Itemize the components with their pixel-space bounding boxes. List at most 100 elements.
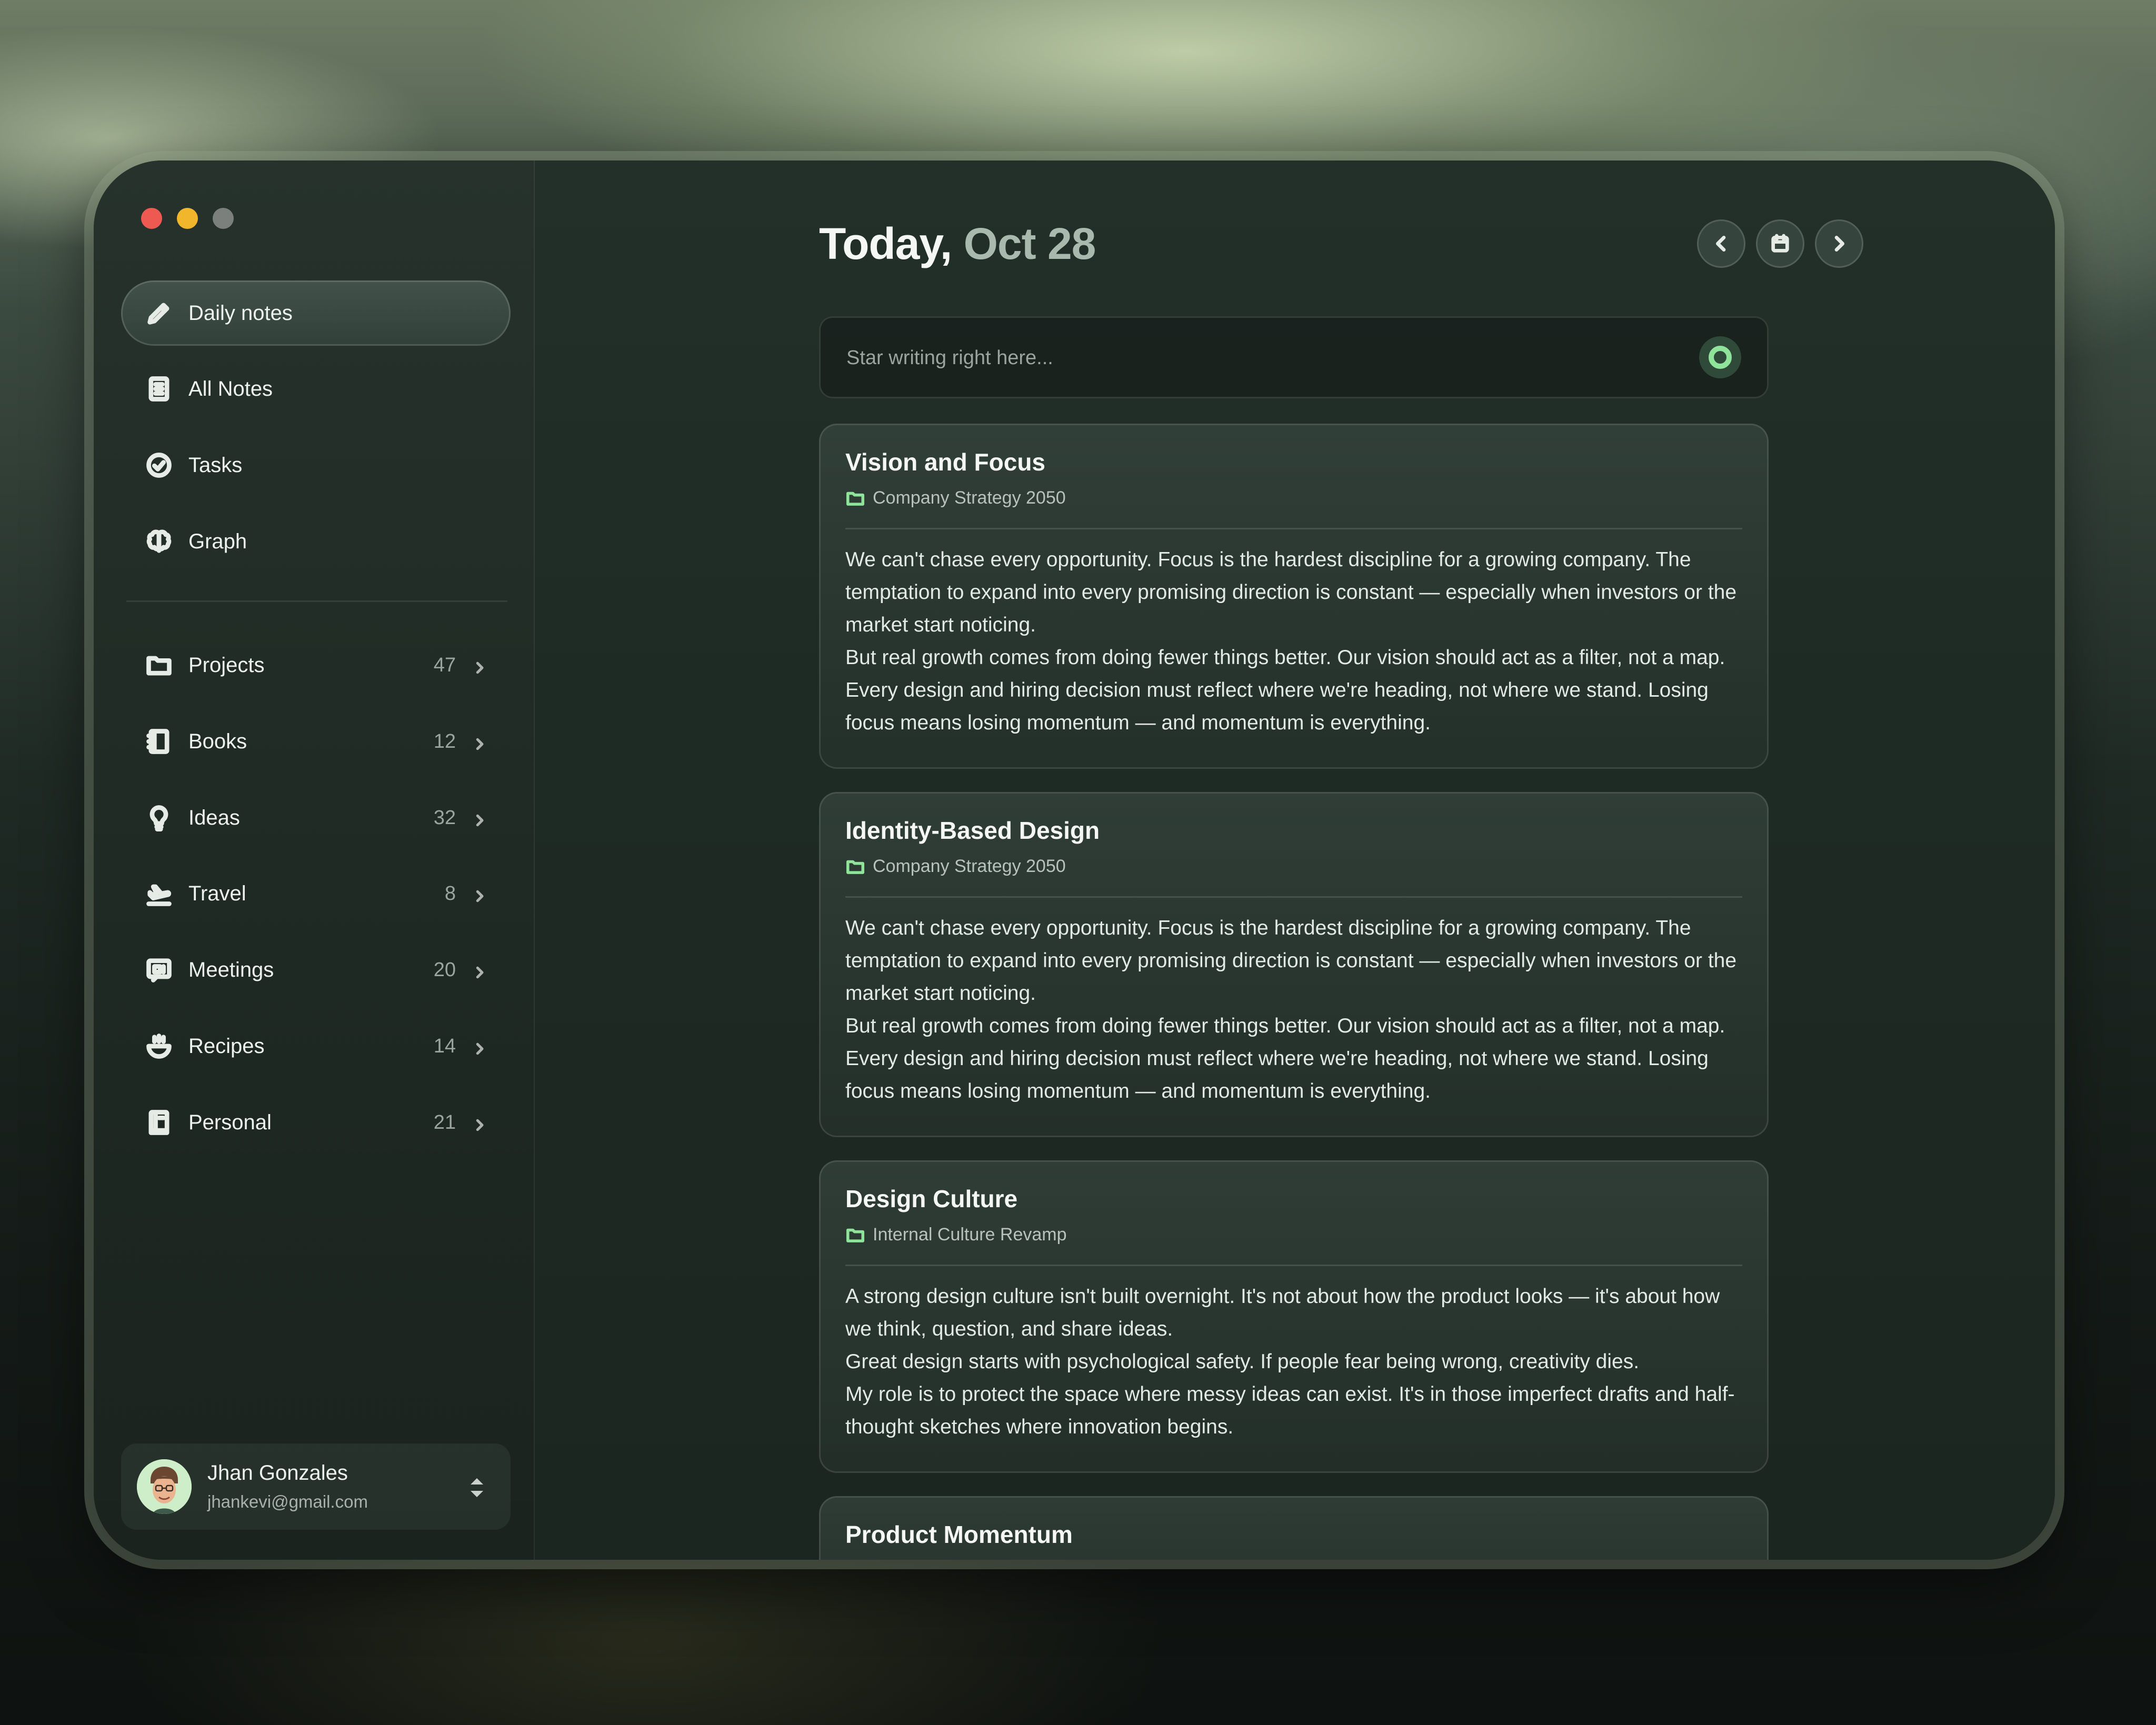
user-email: jhankevi@gmail.com — [207, 1492, 368, 1511]
note-title: Product Momentum — [845, 1521, 1073, 1548]
note-card[interactable]: Design Culture Internal Culture Revamp A… — [819, 1160, 1769, 1473]
record-icon — [1709, 346, 1732, 369]
previous-day-button[interactable] — [1697, 219, 1745, 268]
chevron-right-icon — [1834, 236, 1844, 252]
note-input[interactable] — [845, 316, 1637, 399]
close-window-button[interactable] — [141, 208, 162, 229]
nav-label: Graph — [188, 529, 247, 553]
note-divider — [845, 1265, 1742, 1266]
calendar-button[interactable] — [1756, 219, 1804, 268]
folder-icon — [144, 650, 174, 680]
sidebar-divider — [126, 600, 507, 602]
note-title: Vision and Focus — [845, 448, 1045, 476]
note-paragraph: We can't chase every opportunity. Focus … — [845, 917, 1737, 1005]
note-folder[interactable]: Company Strategy 2050 — [845, 856, 1066, 877]
folder-icon — [846, 860, 865, 874]
sidebar: Daily notes All Notes Tasks Graph Projec… — [94, 161, 535, 1560]
note-divider — [845, 896, 1742, 898]
next-day-button[interactable] — [1815, 219, 1863, 268]
folder-icon — [846, 1228, 865, 1242]
folder-meetings[interactable]: Meetings 20 — [121, 937, 511, 1002]
nav-daily-notes[interactable]: Daily notes — [121, 280, 511, 346]
note-folder-label: Company Strategy 2050 — [873, 488, 1066, 508]
note-paragraph: Great design starts with psychological s… — [845, 1350, 1640, 1373]
chevron-right-icon — [472, 657, 487, 674]
note-body: We can't chase every opportunity. Focus … — [845, 544, 1742, 739]
nav-graph[interactable]: Graph — [121, 509, 511, 574]
book-icon — [144, 727, 174, 756]
user-name: Jhan Gonzales — [207, 1461, 348, 1485]
folder-label: Recipes — [188, 1034, 265, 1058]
minimize-window-button[interactable] — [177, 208, 198, 229]
folder-travel[interactable]: Travel 8 — [121, 861, 511, 926]
note-folder-label: Internal Culture Revamp — [873, 1225, 1067, 1245]
note-card[interactable]: Vision and Focus Company Strategy 2050 W… — [819, 424, 1769, 769]
note-title: Design Culture — [845, 1185, 1018, 1212]
bowl-icon — [144, 1031, 174, 1061]
folder-label: Projects — [188, 653, 265, 677]
record-button[interactable] — [1699, 336, 1741, 378]
note-body: A strong design culture isn't built over… — [845, 1280, 1742, 1443]
chevron-up-down-icon — [466, 1473, 487, 1502]
notebook-icon — [144, 1108, 174, 1137]
note-card[interactable]: Product Momentum — [819, 1496, 1769, 1560]
note-folder-label: Company Strategy 2050 — [873, 856, 1066, 876]
folder-label: Travel — [188, 881, 246, 905]
note-paragraph: My role is to protect the space where me… — [845, 1383, 1735, 1438]
today-label: Today, — [819, 219, 952, 268]
folder-label: Books — [188, 729, 247, 753]
note-divider — [845, 528, 1742, 529]
avatar — [137, 1459, 192, 1514]
note-folder[interactable]: Company Strategy 2050 — [845, 488, 1066, 508]
folder-ideas[interactable]: Ideas 32 — [121, 785, 511, 850]
folder-personal[interactable]: Personal 21 — [121, 1090, 511, 1155]
nav-all-notes[interactable]: All Notes — [121, 356, 511, 422]
account-switcher[interactable]: Jhan Gonzales jhankevi@gmail.com — [121, 1443, 511, 1530]
nav-label: Daily notes — [188, 301, 293, 325]
folder-books[interactable]: Books 12 — [121, 709, 511, 774]
note-title: Identity-Based Design — [845, 817, 1100, 844]
window-controls — [141, 208, 234, 229]
folder-icon — [846, 492, 865, 506]
note-paragraph: A strong design culture isn't built over… — [845, 1285, 1720, 1340]
check-circle-icon — [144, 450, 174, 480]
note-folder[interactable]: Internal Culture Revamp — [845, 1225, 1067, 1245]
pencil-icon — [144, 298, 174, 328]
folder-count: 12 — [433, 730, 456, 753]
chevron-right-icon — [472, 810, 487, 827]
document-icon — [144, 374, 174, 404]
app-window: Daily notes All Notes Tasks Graph Projec… — [94, 161, 2055, 1560]
folder-projects[interactable]: Projects 47 — [121, 633, 511, 698]
note-paragraph: But real growth comes from doing fewer t… — [845, 646, 1725, 734]
folder-count: 20 — [433, 958, 456, 981]
video-icon — [144, 955, 174, 985]
zoom-window-button[interactable] — [213, 208, 234, 229]
chevron-right-icon — [472, 886, 487, 902]
plane-icon — [144, 879, 174, 908]
folder-label: Personal — [188, 1110, 272, 1134]
calendar-icon — [1771, 234, 1789, 253]
folder-label: Meetings — [188, 958, 274, 981]
chevron-right-icon — [472, 962, 487, 979]
folder-count: 14 — [433, 1035, 456, 1057]
folder-count: 32 — [433, 806, 456, 829]
chevron-right-icon — [472, 1038, 487, 1055]
note-paragraph: But real growth comes from doing fewer t… — [845, 1015, 1725, 1102]
nav-tasks[interactable]: Tasks — [121, 433, 511, 498]
note-paragraph: We can't chase every opportunity. Focus … — [845, 548, 1737, 636]
chevron-right-icon — [472, 734, 487, 750]
folder-count: 47 — [433, 654, 456, 676]
page-title: Today, Oct 28 — [819, 218, 1096, 269]
chevron-left-icon — [1716, 236, 1726, 252]
folder-recipes[interactable]: Recipes 14 — [121, 1014, 511, 1079]
chevron-right-icon — [472, 1115, 487, 1131]
nav-label: Tasks — [188, 453, 243, 477]
date-label: Oct 28 — [963, 219, 1096, 268]
nav-label: All Notes — [188, 377, 273, 400]
lightbulb-icon — [144, 803, 174, 833]
folder-label: Ideas — [188, 806, 240, 829]
note-body: We can't chase every opportunity. Focus … — [845, 912, 1742, 1108]
brain-icon — [144, 527, 174, 556]
note-card[interactable]: Identity-Based Design Company Strategy 2… — [819, 792, 1769, 1137]
main-panel: Today, Oct 28 Vision and Focus Company S… — [534, 161, 2055, 1560]
